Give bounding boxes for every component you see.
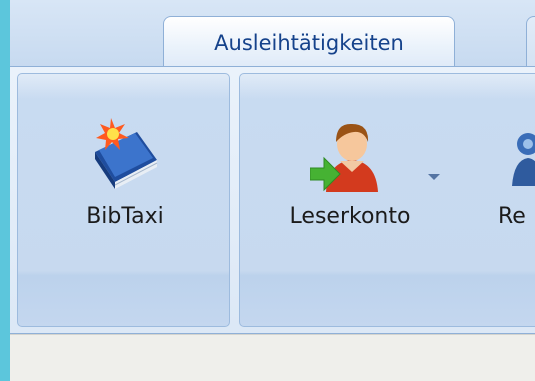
re-button[interactable]: Re [498, 74, 535, 278]
book-with-burst-icon [95, 118, 158, 189]
user-group-icon [512, 133, 535, 186]
user-arrow-icon [310, 123, 378, 192]
ribbon-group-leser: Leserkonto Re [239, 73, 535, 327]
leserkonto-label: Leserkonto [289, 204, 411, 229]
bibtaxi-label: BibTaxi [86, 204, 164, 229]
tab-label: Ausleihtätigkeiten [214, 30, 404, 55]
ribbon-tab-strip: Ausleihtätigkeiten [10, 0, 535, 68]
status-area [10, 334, 535, 381]
ribbon-panel: BibTaxi Leserkonto Re [10, 66, 535, 334]
chevron-down-icon[interactable] [428, 174, 440, 180]
tab-ausleihtaetigkeiten[interactable]: Ausleihtätigkeiten [163, 16, 455, 68]
re-label: Re [498, 204, 526, 229]
tab-next-partial[interactable] [526, 16, 535, 68]
application-window: Ausleihtätigkeiten BibTaxi Leserkonto Re [10, 0, 535, 381]
ribbon-group-bibtaxi: BibTaxi [17, 73, 230, 327]
bibtaxi-button[interactable]: BibTaxi [60, 74, 190, 278]
leserkonto-button[interactable]: Leserkonto [260, 74, 440, 278]
